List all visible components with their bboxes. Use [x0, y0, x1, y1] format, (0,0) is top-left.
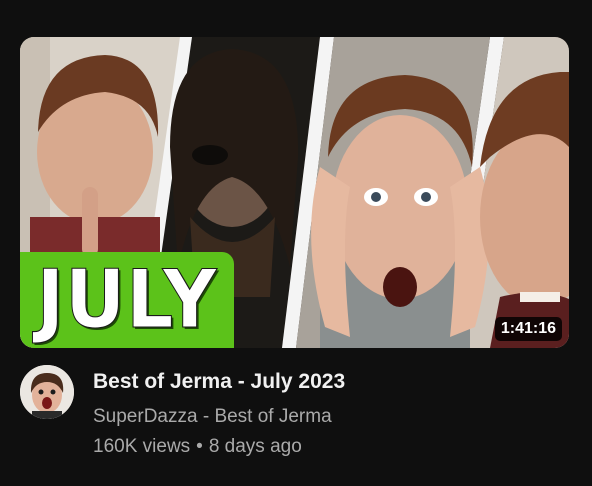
video-metadata: Best of Jerma - July 2023 SuperDazza - B… — [93, 368, 563, 460]
channel-avatar-icon[interactable] — [20, 365, 74, 419]
month-badge-text: JULY — [36, 253, 218, 347]
duration-badge: 1:41:16 — [494, 317, 562, 341]
channel-name[interactable]: SuperDazza - Best of Jerma — [93, 404, 563, 430]
avatar-image — [20, 365, 74, 419]
month-badge: JULY — [20, 252, 234, 348]
view-count: 160K views — [93, 436, 191, 457]
video-thumbnail[interactable]: JULY 1:41:16 — [20, 37, 569, 348]
stats-separator: • — [196, 436, 203, 457]
upload-age: 8 days ago — [208, 436, 302, 457]
video-card[interactable]: JULY 1:41:16 Best of Jerma - July 2023 S… — [0, 0, 592, 486]
video-stats: 160K views • 8 days ago — [93, 434, 563, 460]
video-title[interactable]: Best of Jerma - July 2023 — [93, 368, 563, 396]
